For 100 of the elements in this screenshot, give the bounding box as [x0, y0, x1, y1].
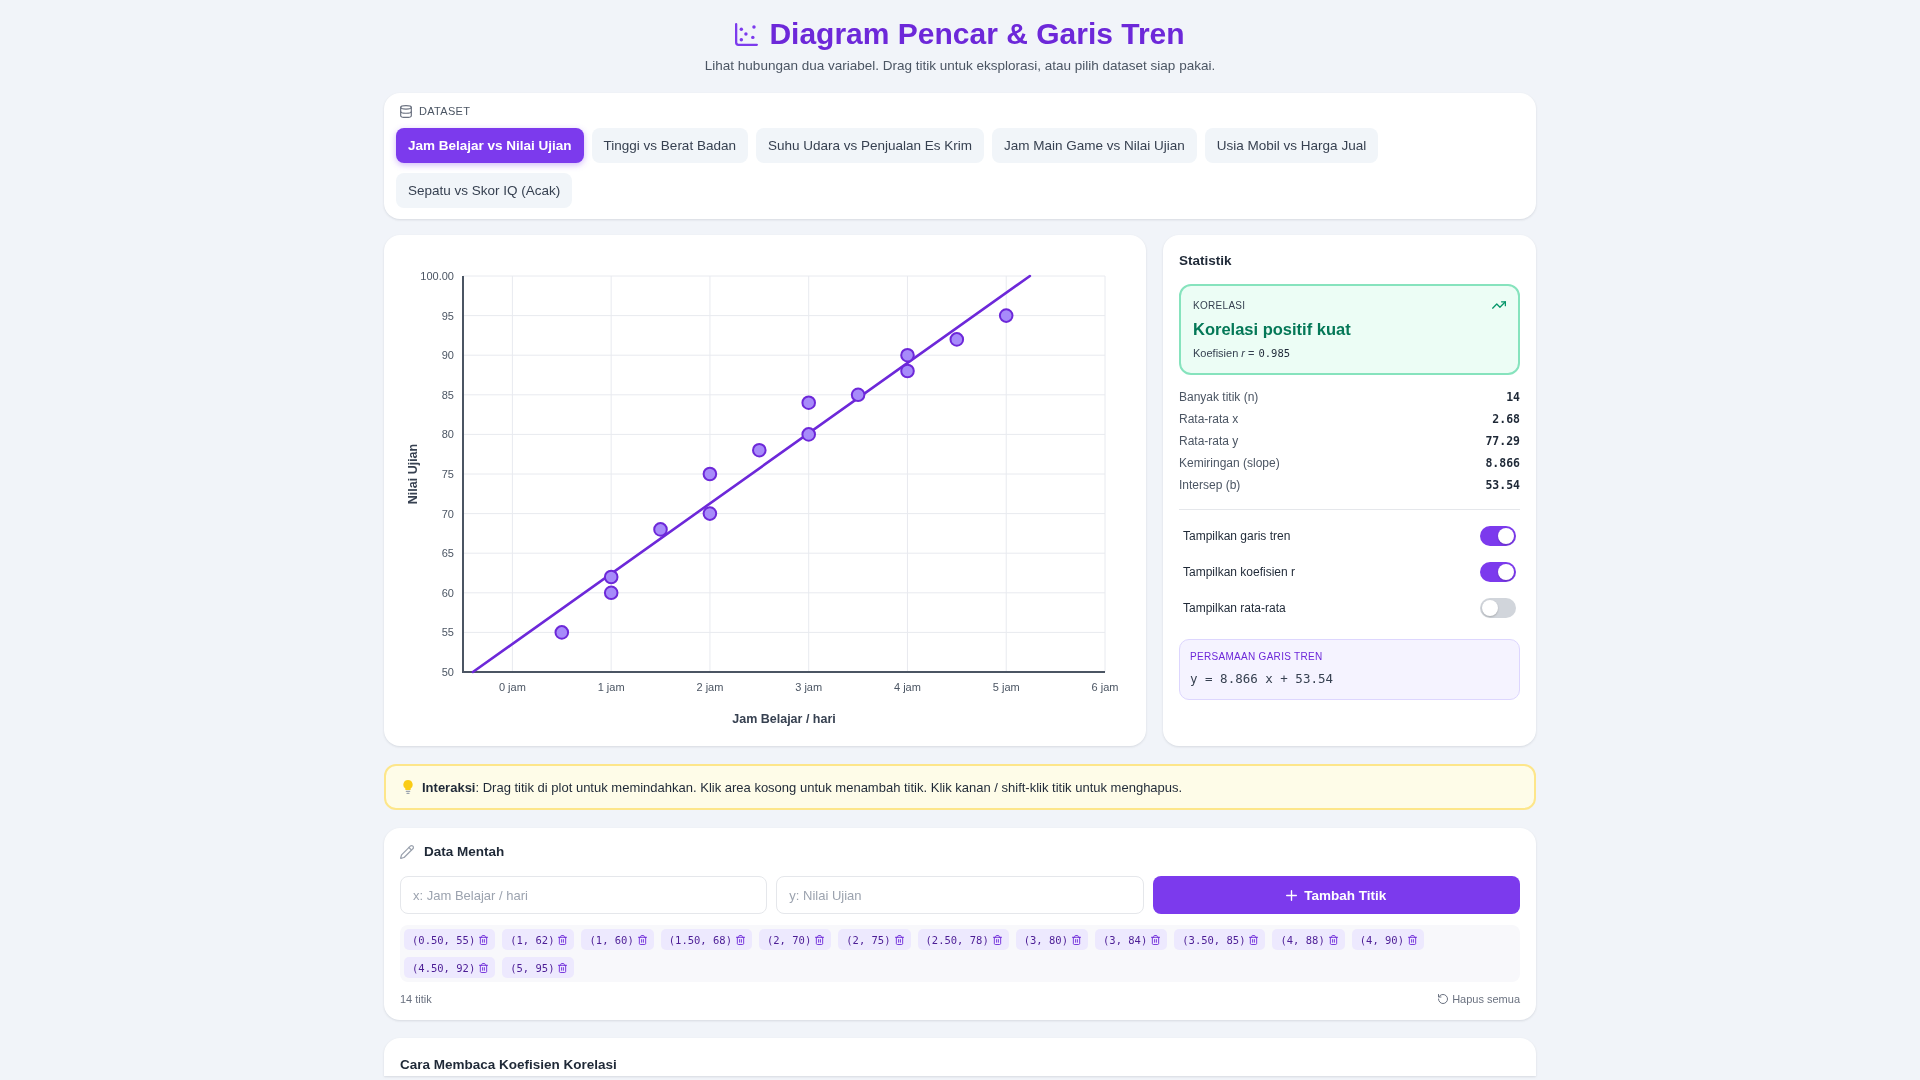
- y-tick-label: 50: [441, 666, 454, 678]
- point-chip[interactable]: (3, 84): [1095, 929, 1168, 950]
- point-chip[interactable]: (4.50, 92): [404, 957, 496, 978]
- point-chip[interactable]: (2, 70): [758, 929, 832, 950]
- point-chip[interactable]: (4, 90): [1351, 929, 1424, 950]
- trash-icon: [1072, 934, 1081, 945]
- trash-icon: [558, 962, 568, 973]
- x-tick-label: 3 jam: [795, 681, 823, 693]
- panel-title: Statistik: [1179, 253, 1233, 269]
- data-point[interactable]: [850, 387, 866, 403]
- y-tick-label: 95: [441, 309, 454, 322]
- point-chip[interactable]: (0.50, 55): [404, 929, 496, 950]
- stat-value: 77.29: [1485, 434, 1520, 448]
- point-chip[interactable]: (1.50, 68): [660, 929, 752, 950]
- y-tick-label: 90: [441, 349, 454, 362]
- x-tick-label: 2 jam: [696, 681, 724, 693]
- coefficient-value: 0.985: [1258, 346, 1291, 360]
- pencil-icon: [400, 845, 414, 859]
- page-title: Diagram Pencar & Garis Tren: [769, 16, 1185, 52]
- page-subtitle: Lihat hubungan dua variabel. Drag titik untuk eksplorasi, atau pilih dataset siap pakai.: [704, 57, 1216, 75]
- x-tick-label: 6 jam: [1091, 681, 1119, 693]
- trash-icon: [1249, 934, 1259, 945]
- data-point[interactable]: [653, 522, 668, 537]
- point-chip[interactable]: (3, 80): [1015, 929, 1088, 950]
- point-chip[interactable]: (3.50, 85): [1174, 929, 1266, 950]
- toggle-label: Tampilkan rata-rata: [1183, 601, 1286, 615]
- y-tick-label: 80: [441, 428, 454, 441]
- stat-label: Rata-rata y: [1179, 434, 1239, 448]
- clear-all-button[interactable]: Hapus semua: [1438, 993, 1520, 1005]
- plus-icon: [1286, 889, 1298, 901]
- trash-icon: [815, 934, 825, 945]
- trash-icon: [637, 934, 647, 945]
- y-value-field[interactable]: y: Nilai Ujian: [776, 876, 1144, 914]
- x-tick-label: 5 jam: [992, 681, 1020, 693]
- stat-label: Banyak titik (n): [1179, 390, 1259, 404]
- toggle-label: Tampilkan koefisien r: [1183, 565, 1296, 579]
- trash-icon: [1408, 934, 1417, 945]
- point-chip[interactable]: (4, 88): [1272, 929, 1345, 950]
- stat-value: 53.54: [1485, 478, 1520, 492]
- data-point[interactable]: [702, 506, 718, 521]
- dataset-button[interactable]: Jam Belajar vs Nilai Ujian: [396, 128, 584, 163]
- point-count: 14 titik: [400, 993, 432, 1005]
- trash-icon: [1151, 934, 1161, 945]
- x-tick-label: 4 jam: [894, 681, 921, 693]
- x-tick-label: 0 jam: [498, 681, 526, 693]
- y-axis-title: Nilai Ujian: [406, 443, 420, 505]
- refresh-icon: [1438, 994, 1449, 1004]
- data-point[interactable]: [801, 427, 816, 442]
- data-point[interactable]: [702, 466, 718, 482]
- x-axis-title: Jam Belajar / hari: [732, 712, 836, 726]
- trash-icon: [558, 934, 568, 945]
- dataset-button[interactable]: Usia Mobil vs Harga Jual: [1204, 128, 1379, 163]
- point-chip[interactable]: (1, 60): [581, 929, 654, 950]
- trash-icon: [992, 934, 1002, 945]
- lightbulb-icon: [403, 780, 413, 794]
- y-tick-label: 85: [441, 388, 454, 401]
- dataset-label: DATASET: [419, 105, 471, 117]
- toggle-label: Tampilkan garis tren: [1183, 529, 1291, 543]
- point-chip[interactable]: (2.50, 78): [917, 929, 1009, 950]
- data-point[interactable]: [752, 442, 767, 458]
- data-point[interactable]: [554, 625, 570, 640]
- y-tick-label: 60: [441, 586, 454, 599]
- y-tick-label: 100.00: [420, 270, 454, 282]
- trash-icon: [479, 934, 489, 945]
- data-point[interactable]: [801, 395, 816, 410]
- data-point[interactable]: [603, 585, 619, 601]
- x-value-field[interactable]: x: Jam Belajar / hari: [400, 876, 768, 914]
- y-tick-label: 55: [441, 626, 454, 639]
- toggle-switch[interactable]: [1480, 562, 1516, 582]
- dataset-button[interactable]: Sepatu vs Skor IQ (Acak): [396, 173, 573, 208]
- dataset-button[interactable]: Suhu Udara vs Penjualan Es Krim: [755, 128, 985, 163]
- point-chip[interactable]: (2, 75): [838, 929, 911, 950]
- section-title: Data Mentah: [424, 844, 505, 860]
- stat-value: 14: [1506, 390, 1520, 404]
- section-title: Cara Membaca Koefisien Korelasi: [400, 1057, 617, 1072]
- database-icon: [400, 104, 412, 118]
- data-point[interactable]: [949, 332, 965, 347]
- data-point[interactable]: [998, 308, 1014, 323]
- stat-value: 2.68: [1492, 412, 1520, 426]
- data-point[interactable]: [900, 347, 915, 363]
- toggle-switch[interactable]: [1480, 526, 1516, 546]
- y-tick-label: 75: [441, 468, 454, 480]
- correlation-label: KORELASI: [1193, 299, 1246, 311]
- hint-text: Interaksi: Drag titik di plot untuk memindahkan. Klik area kosong untuk menambah titik. Klik kanan / shift-klik titik untuk menghapus.: [422, 779, 1183, 795]
- point-chip[interactable]: (1, 62): [502, 929, 575, 950]
- dataset-button[interactable]: Jam Main Game vs Nilai Ujian: [992, 128, 1197, 163]
- trash-icon: [894, 934, 904, 945]
- trash-icon: [479, 962, 489, 973]
- stat-label: Intersep (b): [1179, 478, 1241, 492]
- data-point[interactable]: [900, 363, 915, 379]
- stat-label: Rata-rata x: [1179, 412, 1239, 426]
- dataset-button[interactable]: Tinggi vs Berat Badan: [591, 128, 748, 163]
- stat-label: Kemiringan (slope): [1179, 456, 1280, 470]
- trash-icon: [1328, 934, 1338, 945]
- y-tick-label: 65: [441, 547, 454, 560]
- data-point[interactable]: [603, 569, 619, 585]
- stat-value: 8.866: [1485, 456, 1520, 470]
- add-point-button[interactable]: Tambah Titik: [1152, 876, 1520, 914]
- toggle-switch[interactable]: [1480, 598, 1516, 618]
- point-chip[interactable]: (5, 95): [502, 957, 575, 978]
